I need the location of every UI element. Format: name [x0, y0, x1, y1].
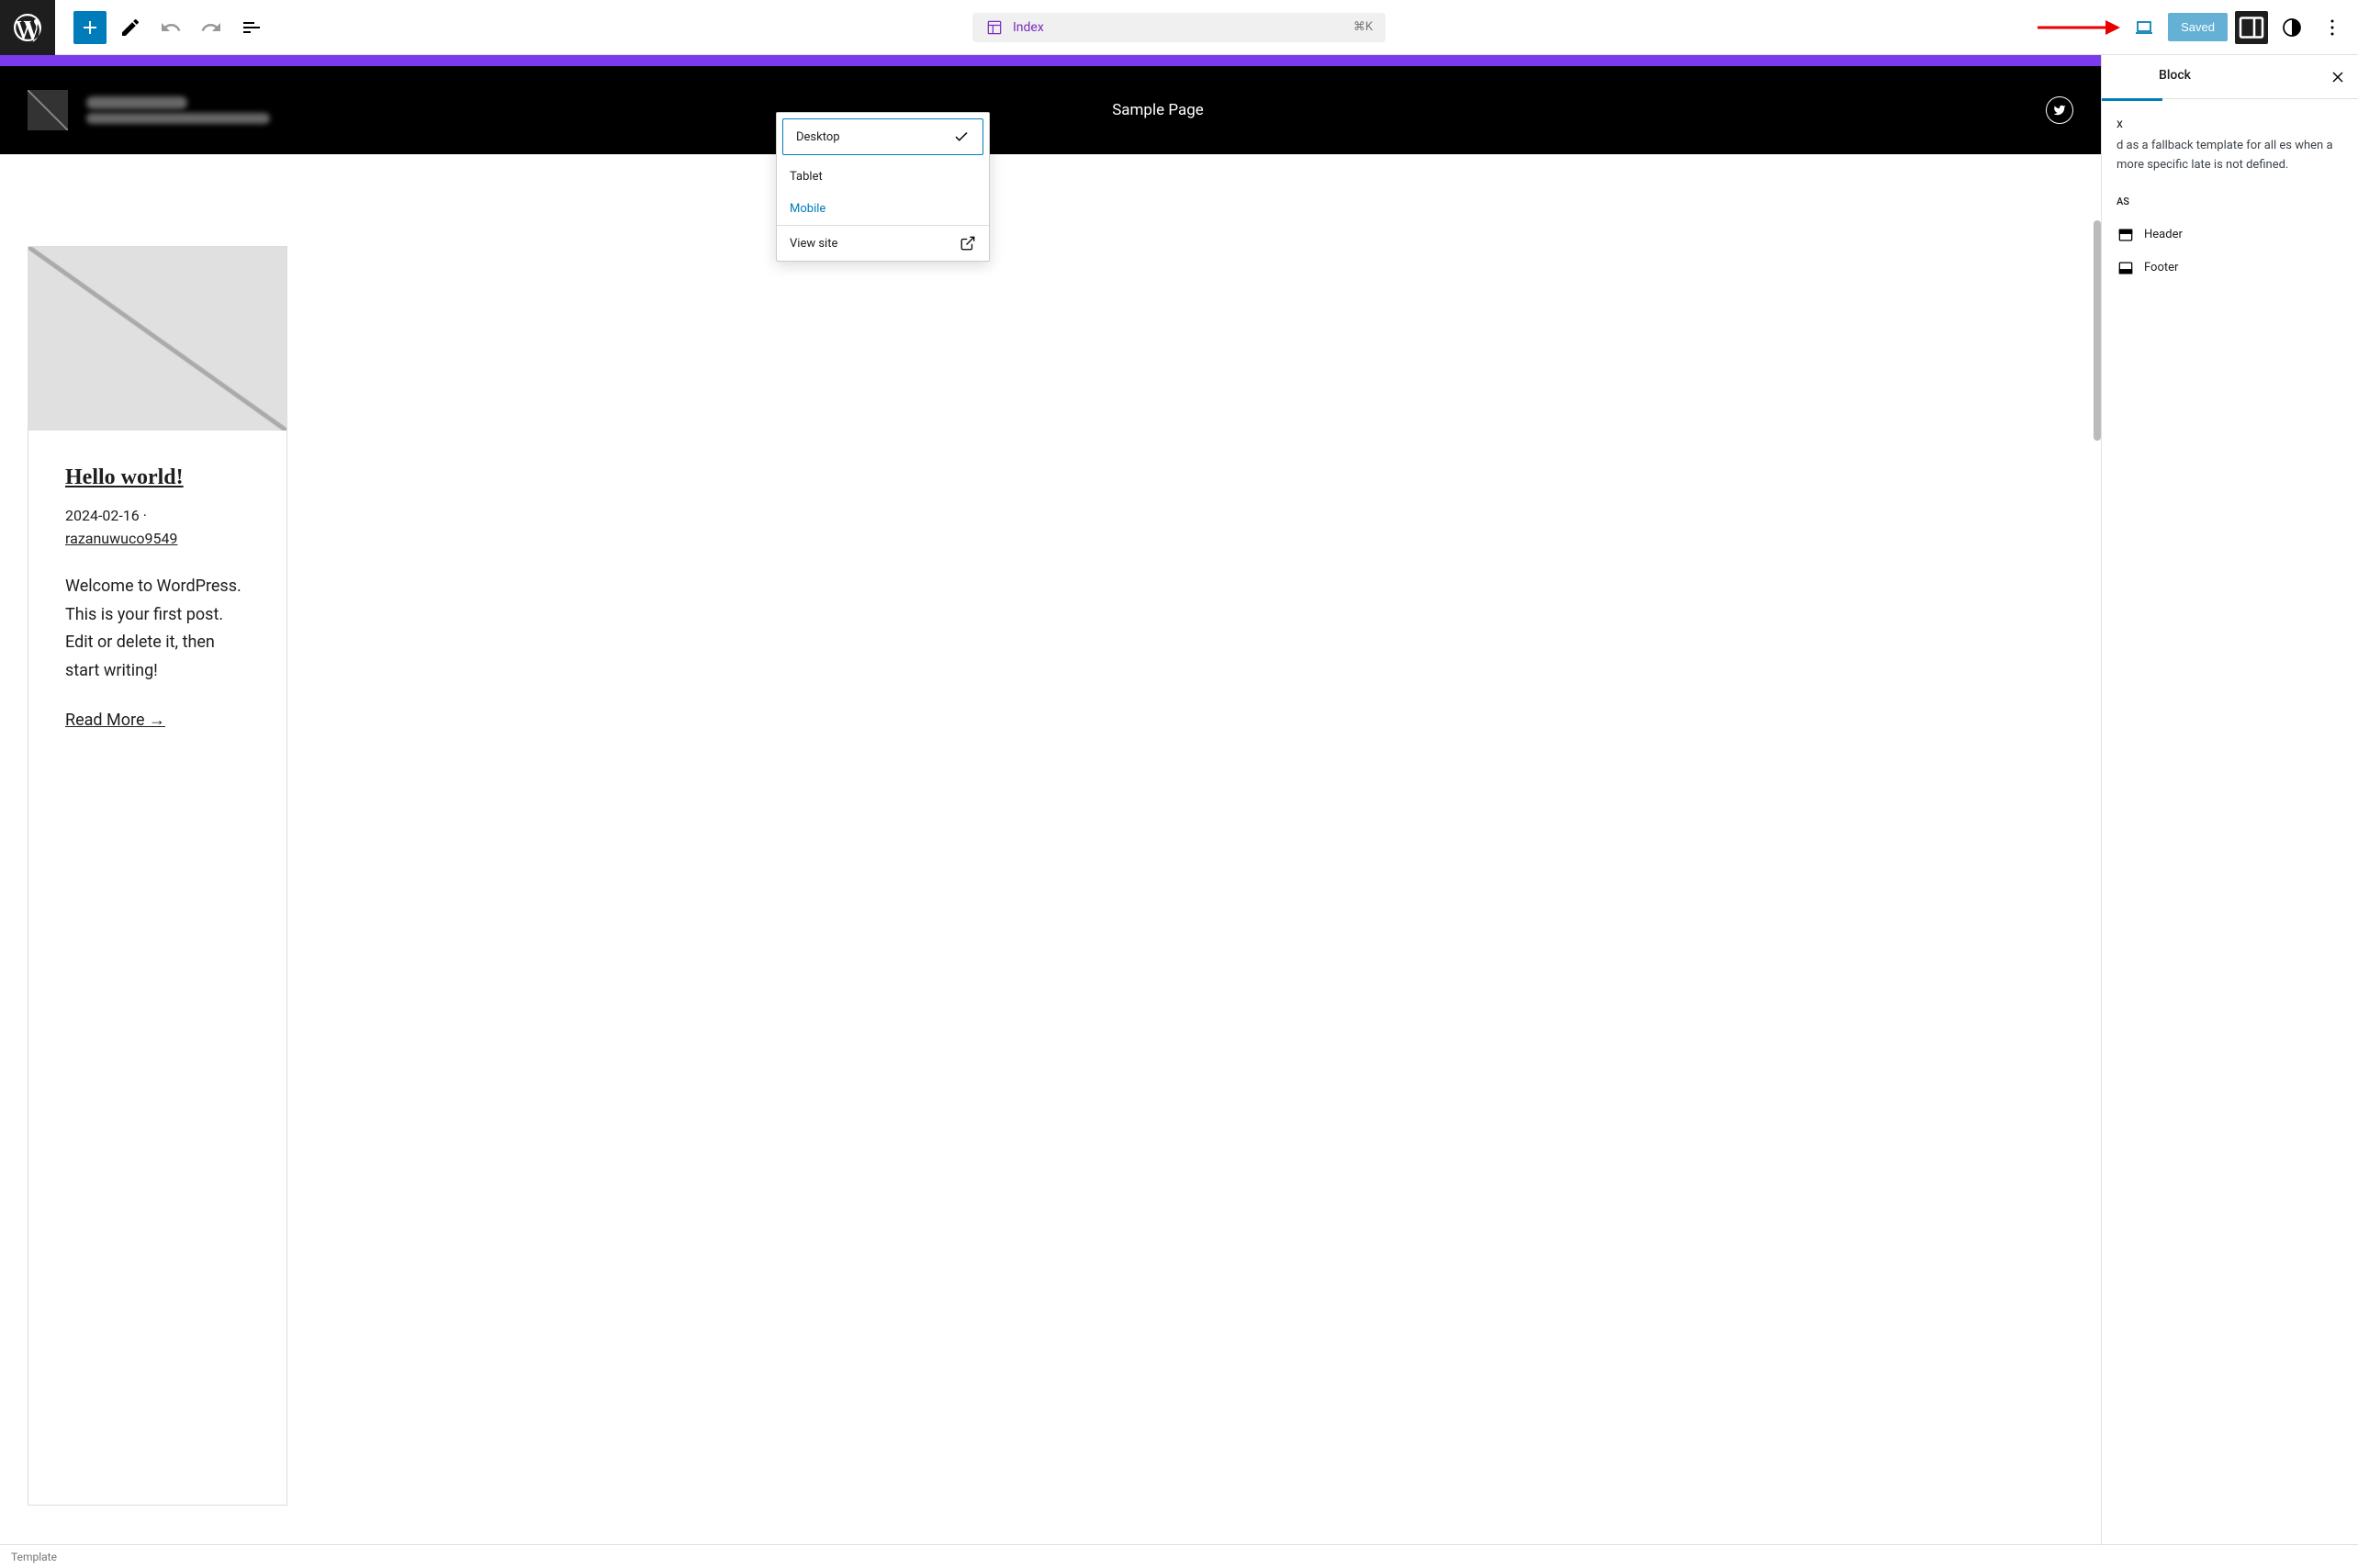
template-heading-partial: x: [2117, 117, 2343, 131]
contrast-icon: [2281, 17, 2303, 39]
post-meta: 2024-02-16 ·: [65, 507, 250, 524]
area-label: Footer: [2144, 261, 2178, 274]
view-site-label: View site: [790, 237, 837, 251]
tab-underline: [2102, 98, 2162, 101]
view-option-desktop[interactable]: Desktop: [782, 118, 983, 155]
sidebar-tabs: Block: [2102, 55, 2358, 99]
post-excerpt[interactable]: Welcome to WordPress. This is your first…: [65, 573, 250, 685]
wordpress-icon: [11, 11, 44, 44]
template-description-partial: d as a fallback template for all es when…: [2117, 137, 2343, 175]
options-button[interactable]: [2316, 11, 2349, 44]
list-view-button[interactable]: [235, 11, 268, 44]
post-title[interactable]: Hello world!: [65, 465, 250, 490]
settings-toggle[interactable]: [2235, 11, 2268, 44]
plus-icon: [79, 17, 101, 39]
areas-heading-partial: AS: [2117, 196, 2343, 207]
undo-icon: [160, 17, 182, 39]
post-date[interactable]: 2024-02-16: [65, 507, 140, 524]
view-button[interactable]: [2128, 11, 2161, 44]
view-option-tablet[interactable]: Tablet: [777, 161, 989, 193]
external-icon: [960, 235, 976, 252]
read-more-link[interactable]: Read More →: [65, 711, 165, 730]
content-area: Hello world! 2024-02-16 · razanuwuco9549…: [0, 154, 2101, 1533]
area-header[interactable]: Header: [2117, 218, 2343, 252]
undo-button[interactable]: [154, 11, 187, 44]
tools-button[interactable]: [114, 11, 147, 44]
wp-logo[interactable]: [0, 0, 55, 55]
toolbar-right: Saved: [2038, 11, 2358, 44]
view-option-label: Desktop: [796, 130, 840, 144]
sidebar-icon: [2235, 11, 2268, 44]
redo-button[interactable]: [195, 11, 228, 44]
top-toolbar: Index ⌘K Saved: [0, 0, 2358, 55]
breadcrumb-footer: Template: [0, 1544, 2358, 1568]
styles-button[interactable]: [2275, 11, 2308, 44]
toolbar-left: [55, 11, 268, 44]
document-bar[interactable]: Index ⌘K: [972, 13, 1386, 42]
close-sidebar-button[interactable]: [2325, 64, 2351, 90]
post-author[interactable]: razanuwuco9549: [65, 530, 250, 547]
annotation-arrow: [2038, 22, 2120, 33]
post-card[interactable]: Hello world! 2024-02-16 · razanuwuco9549…: [28, 246, 287, 1506]
nav-sample-page[interactable]: Sample Page: [1112, 101, 1204, 119]
view-option-label: Tablet: [790, 170, 823, 184]
view-option-label: Mobile: [790, 202, 825, 216]
breadcrumb-item[interactable]: Template: [11, 1551, 57, 1563]
check-icon: [953, 129, 970, 145]
area-footer[interactable]: Footer: [2117, 252, 2343, 285]
header-icon: [2117, 226, 2135, 244]
more-vertical-icon: [2321, 17, 2343, 39]
view-option-mobile[interactable]: Mobile: [777, 193, 989, 225]
tab-block[interactable]: Block: [2144, 55, 2206, 98]
site-title-area: [86, 93, 270, 128]
list-icon: [241, 17, 263, 39]
document-label: Index: [985, 18, 1044, 37]
template-icon: [985, 18, 1004, 37]
scrollbar[interactable]: [2094, 220, 2101, 441]
add-block-button[interactable]: [73, 11, 107, 44]
close-icon: [2329, 68, 2347, 86]
footer-icon: [2117, 259, 2135, 277]
shortcut-hint: ⌘K: [1353, 20, 1373, 34]
site-logo-placeholder[interactable]: [28, 90, 68, 130]
document-name: Index: [1013, 20, 1044, 35]
pencil-icon: [119, 17, 141, 39]
view-site-link[interactable]: View site: [777, 226, 989, 261]
save-button[interactable]: Saved: [2168, 13, 2228, 41]
view-dropdown: Desktop Tablet Mobile View site: [776, 112, 990, 262]
site-header: Sample Page: [0, 66, 2101, 154]
laptop-icon: [2133, 17, 2155, 39]
featured-image-placeholder[interactable]: [28, 247, 286, 431]
twitter-link[interactable]: [2046, 96, 2073, 124]
editor-canvas[interactable]: Sample Page Hello world! 2024-02-16 · ra…: [0, 55, 2101, 1544]
area-label: Header: [2144, 228, 2183, 241]
redo-icon: [200, 17, 222, 39]
twitter-icon: [2053, 104, 2066, 117]
announcement-bar: [0, 55, 2101, 66]
settings-sidebar: Block x d as a fallback template for all…: [2101, 55, 2358, 1544]
